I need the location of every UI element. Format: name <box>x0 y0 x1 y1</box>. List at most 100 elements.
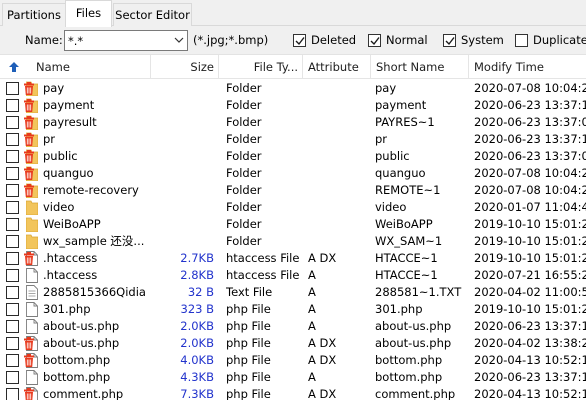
table-row[interactable]: WeiBoAPP Folder WeiBoAPP 2019-10-10 15:01:2… <box>0 216 586 233</box>
row-checkbox[interactable] <box>6 303 19 316</box>
row-checkbox[interactable] <box>6 320 19 333</box>
cell-modify-time: 2019-10-10 15:01:20 <box>474 234 586 248</box>
row-checkbox[interactable] <box>6 286 19 299</box>
column-modify-time[interactable]: Modify Time <box>474 55 584 79</box>
row-checkbox[interactable] <box>6 167 19 180</box>
deleted-label: Deleted <box>311 33 357 47</box>
cell-attribute: A <box>308 268 316 282</box>
row-checkbox[interactable] <box>6 133 19 146</box>
row-checkbox[interactable] <box>6 235 19 248</box>
cell-name: payment <box>43 98 95 112</box>
cell-short-name: HTACCE~1 <box>375 251 438 265</box>
cell-short-name: comment.php <box>375 387 456 400</box>
table-row[interactable]: bottom.php 4.0KB php File A DX bottom.php 202… <box>0 352 586 369</box>
cell-modify-time: 2019-10-10 15:01:20 <box>474 302 586 316</box>
row-checkbox[interactable] <box>6 388 19 400</box>
row-checkbox[interactable] <box>6 201 19 214</box>
column-header: Name Size File Ty... Attribute Short Nam… <box>0 55 586 79</box>
table-row[interactable]: payment Folder payment 2020-06-23 13:37:11 <box>0 97 586 114</box>
column-attribute[interactable]: Attribute <box>308 55 368 79</box>
cell-modify-time: 2020-07-08 10:04:22 <box>474 166 586 180</box>
tab-files[interactable]: Files <box>65 0 112 27</box>
chevron-down-icon[interactable] <box>171 31 187 50</box>
tab-partitions[interactable]: Partitions <box>2 3 66 26</box>
cell-modify-time: 2020-04-02 13:38:23 <box>474 336 586 350</box>
normal-checkbox[interactable] <box>368 34 381 47</box>
table-row[interactable]: public Folder public 2020-06-23 13:37:09 <box>0 148 586 165</box>
table-row[interactable]: 2885815366Qidia... 32 B Text File A 288581~1… <box>0 284 586 301</box>
cell-size <box>150 132 214 148</box>
table-row[interactable]: about-us.php 2.0KB php File Aabout-us.php 20… <box>0 318 586 335</box>
table-row[interactable]: payresult Folder PAYRES~1 2020-06-23 13:37:… <box>0 114 586 131</box>
cell-name: pay <box>43 81 65 95</box>
table-row[interactable]: pay Folder pay 2020-07-08 10:04:22 <box>0 80 586 97</box>
cell-file-type: htaccess File <box>226 268 300 282</box>
column-file-type[interactable]: File Ty... <box>222 55 298 79</box>
cell-file-type: Folder <box>226 149 262 163</box>
column-separator <box>302 55 303 79</box>
column-separator <box>370 55 371 79</box>
cell-modify-time: 2020-06-23 13:37:10 <box>474 132 586 146</box>
cell-name: video <box>43 200 75 214</box>
table-row[interactable]: quanguo Folder quanguo 2020-07-08 10:04:22 <box>0 165 586 182</box>
row-checkbox[interactable] <box>6 184 19 197</box>
cell-name: comment.php <box>43 387 124 400</box>
table-row[interactable]: about-us.php 2.0KB php File A DX about-us.ph… <box>0 335 586 352</box>
table-row[interactable]: video Folder video 2020-01-07 11:04:41 <box>0 199 586 216</box>
row-checkbox[interactable] <box>6 371 19 384</box>
file-icon <box>26 370 38 385</box>
cell-attribute: A <box>308 319 316 333</box>
table-row[interactable]: wx_sample 还没... Folder WX_SAM~1 2019-10-10 … <box>0 233 586 250</box>
cell-attribute <box>308 81 370 97</box>
row-checkbox[interactable] <box>6 218 19 231</box>
cell-name: .htaccess <box>43 251 98 265</box>
table-row[interactable]: 301.php 323 B php File A 301.php 2019-10-10 1… <box>0 301 586 318</box>
file-icon <box>26 268 38 283</box>
tab-bar: Partitions Files Sector Editor <box>0 0 586 27</box>
up-arrow-icon[interactable] <box>8 55 22 79</box>
cell-file-type: php File <box>226 302 271 316</box>
normal-label: Normal <box>386 33 428 47</box>
cell-file-type: php File <box>226 370 271 384</box>
deleted-trash-icon <box>24 167 34 180</box>
row-checkbox[interactable] <box>6 82 19 95</box>
cell-attribute <box>308 98 370 114</box>
column-size[interactable]: Size <box>150 55 214 79</box>
table-row[interactable]: remote-recovery Folder REMOTE~1 2020-07-08 … <box>0 182 586 199</box>
cell-short-name: bottom.php <box>375 353 443 367</box>
cell-short-name: about-us.php <box>375 336 452 350</box>
table-row[interactable]: pr Folder pr 2020-06-23 13:37:10 <box>0 131 586 148</box>
cell-size: 323 B <box>180 302 215 316</box>
row-checkbox[interactable] <box>6 337 19 350</box>
row-checkbox[interactable] <box>6 269 19 282</box>
column-short-name[interactable]: Short Name <box>376 55 466 79</box>
cell-file-type: php File <box>226 319 271 333</box>
deleted-trash-icon <box>24 116 34 129</box>
row-checkbox[interactable] <box>6 116 19 129</box>
name-filter-combo[interactable]: *.* <box>64 30 188 51</box>
cell-file-type: Folder <box>226 234 262 248</box>
cell-name: .htaccess <box>43 268 98 282</box>
table-row[interactable]: comment.php 7.3KB php File A DX comment.php 2… <box>0 386 586 400</box>
table-row[interactable]: bottom.php 4.3KB php File Abottom.php 2020-0… <box>0 369 586 386</box>
duplicate-checkbox[interactable] <box>515 34 528 47</box>
row-checkbox[interactable] <box>6 150 19 163</box>
cell-short-name: about-us.php <box>375 319 452 333</box>
deleted-checkbox[interactable] <box>293 34 306 47</box>
column-name[interactable]: Name <box>36 55 146 79</box>
table-row[interactable]: .htaccess 2.8KB htaccess File A HTACCE~1 2020… <box>0 267 586 284</box>
tab-sector-editor[interactable]: Sector Editor <box>113 3 192 26</box>
cell-size <box>150 98 214 114</box>
table-row[interactable]: .htaccess 2.7KB htaccess File A DX HTACCE~1 2… <box>0 250 586 267</box>
name-filter-value: *.* <box>68 34 84 48</box>
row-checkbox[interactable] <box>6 354 19 367</box>
cell-attribute <box>308 234 370 250</box>
deleted-trash-icon <box>24 133 34 146</box>
system-checkbox[interactable] <box>443 34 456 47</box>
row-checkbox[interactable] <box>6 252 19 265</box>
cell-size <box>150 115 214 131</box>
row-checkbox[interactable] <box>6 99 19 112</box>
cell-attribute: A <box>308 302 316 316</box>
cell-modify-time: 2020-06-23 13:37:09 <box>474 149 586 163</box>
deleted-trash-icon <box>24 82 34 95</box>
